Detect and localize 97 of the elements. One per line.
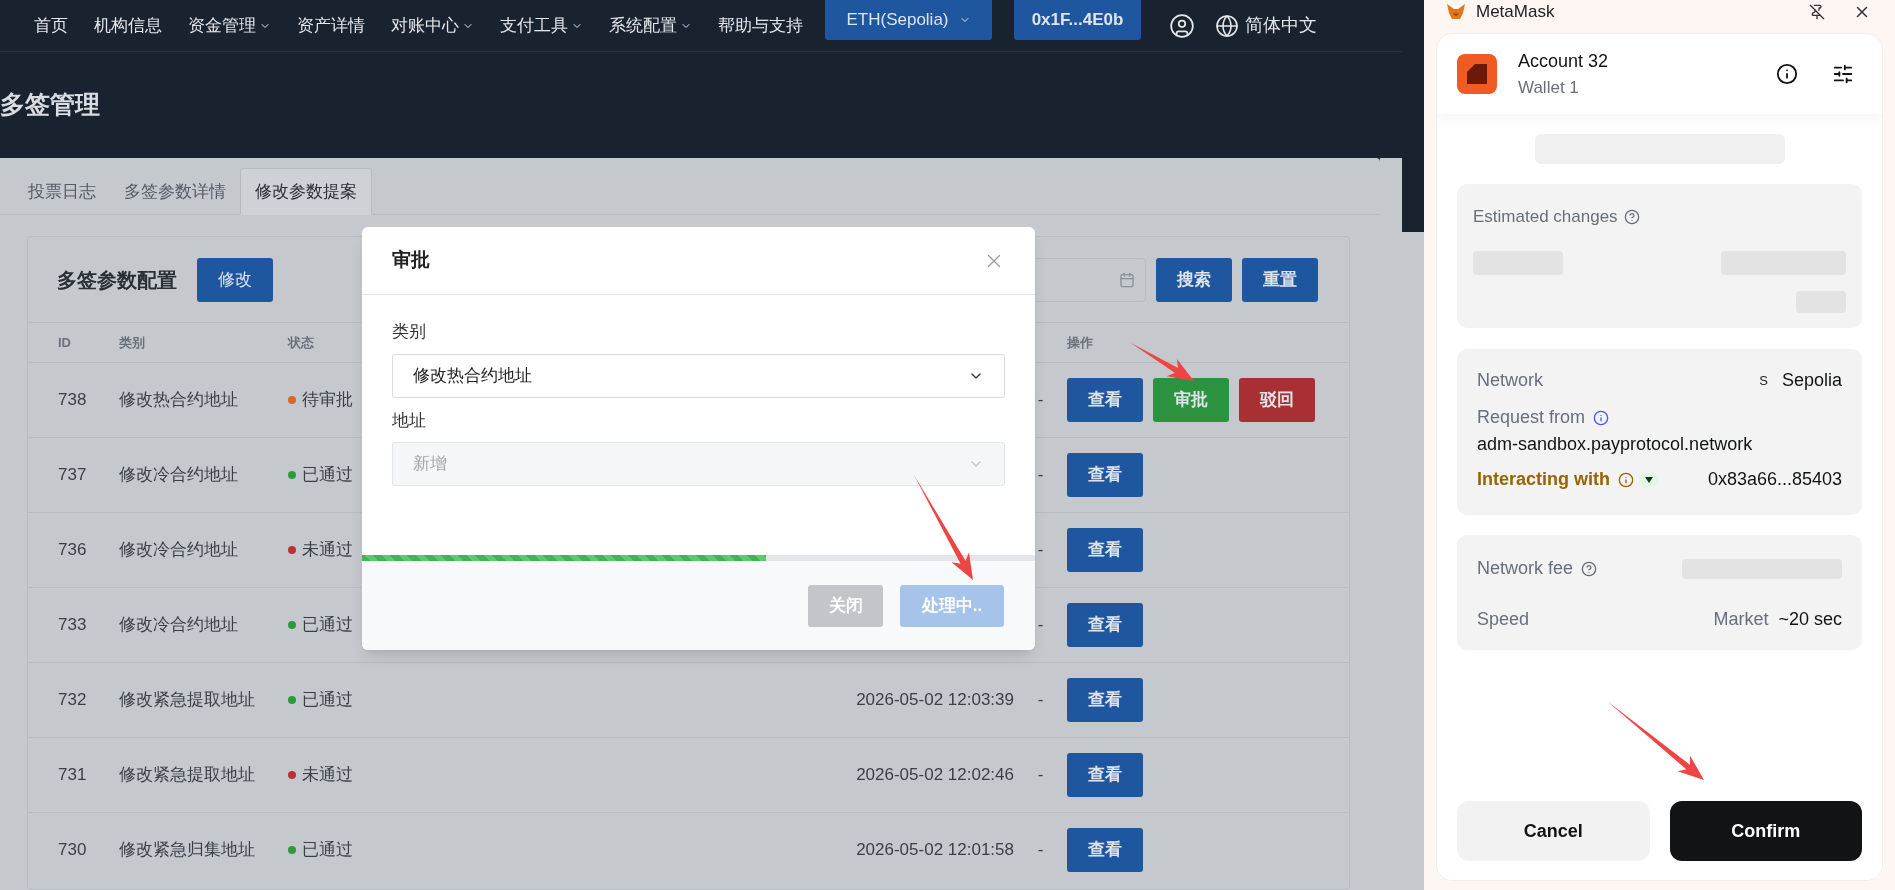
globe-icon: [1215, 13, 1239, 38]
action-button[interactable]: 查看: [1067, 378, 1143, 422]
pin-off-icon[interactable]: [1809, 4, 1825, 20]
account-avatar-icon: [1457, 54, 1497, 94]
action-button[interactable]: 驳回: [1239, 378, 1315, 422]
table-cell-text: -: [1037, 689, 1044, 712]
table-cell: 2026-05-02 12:02:46: [856, 765, 1014, 785]
table-cell-text: 736: [58, 539, 88, 562]
info-icon[interactable]: [1776, 63, 1798, 85]
table-cell-text: -: [1037, 389, 1044, 412]
warning-label: Interacting with: [1477, 468, 1610, 491]
action-button[interactable]: 查看: [1067, 678, 1143, 722]
table-cell-text: -: [1037, 614, 1044, 637]
help-icon: [1623, 208, 1640, 225]
status-text: 未通过: [302, 539, 353, 562]
tab[interactable]: 多签参数详情: [110, 168, 240, 215]
speed-time: ~20 sec: [1778, 608, 1842, 631]
table-cell-text: 修改紧急归集地址: [119, 839, 256, 862]
info-icon: [1618, 471, 1634, 488]
contract-address: 0x83a66...85403: [1707, 468, 1842, 491]
table-cell-text: -: [1037, 539, 1044, 562]
info-icon: [1593, 409, 1610, 426]
user-icon[interactable]: [1169, 12, 1195, 39]
detail-label: Network: [1477, 369, 1543, 392]
annotation-arrow: [1131, 343, 1194, 381]
nav-item[interactable]: 机构信息: [94, 12, 162, 39]
table-cell: 2026-05-02 12:01:58: [856, 840, 1014, 860]
field-label: 类别: [392, 321, 427, 343]
action-button[interactable]: 查看: [1067, 453, 1143, 497]
network-button[interactable]: ETH(Sepolia): [825, 0, 992, 40]
confirm-button[interactable]: Confirm: [1669, 801, 1862, 861]
nav-item[interactable]: 支付工具: [500, 12, 583, 39]
nav-item[interactable]: 帮助与支持: [718, 12, 803, 39]
detail-label: Speed: [1477, 608, 1530, 631]
table-cell-text: 修改紧急提取地址: [119, 689, 256, 712]
language-selector[interactable]: 简体中文: [1245, 12, 1317, 39]
wallet-name: Wallet 1: [1518, 76, 1580, 99]
nav-item[interactable]: 资金管理: [188, 12, 271, 39]
table-cell-text: -: [1037, 464, 1044, 487]
status-text: 已通过: [302, 689, 353, 712]
table-cell-text: 738: [58, 389, 88, 412]
nav-item[interactable]: 对账中心: [391, 12, 474, 39]
column-header: 操作: [1067, 333, 1094, 352]
app-name: MetaMask: [1476, 1, 1555, 24]
nav-item[interactable]: 首页: [34, 12, 68, 39]
card-title: 多签参数配置: [57, 267, 177, 293]
table-cell-text: 修改紧急提取地址: [119, 764, 256, 787]
table-cell-text: 修改热合约地址: [119, 389, 239, 412]
status-text: 未通过: [302, 764, 353, 787]
table-cell-text: -: [1037, 839, 1044, 862]
table-cell-text: 737: [58, 464, 88, 487]
table-cell-text: 732: [58, 689, 88, 712]
address-button[interactable]: 0x1F...4E0b: [1014, 0, 1141, 40]
detail-label: Request from: [1477, 406, 1586, 429]
table-cell-text: 733: [58, 614, 88, 637]
table-cell-text: 修改冷合约地址: [119, 464, 239, 487]
fox-logo-icon: [1446, 4, 1466, 20]
detail-label: Network fee: [1477, 557, 1574, 580]
reset-button[interactable]: 重置: [1242, 257, 1318, 302]
tab[interactable]: 修改参数提案: [240, 168, 372, 215]
action-button[interactable]: 查看: [1067, 828, 1143, 872]
page-title: 多签管理: [0, 89, 100, 121]
search-button[interactable]: 搜索: [1156, 257, 1232, 302]
column-header: 类别: [119, 333, 146, 352]
field-label: 地址: [392, 409, 427, 432]
tab[interactable]: 投票日志: [14, 168, 110, 215]
speed-value: Market: [1713, 608, 1769, 631]
cancel-button[interactable]: Cancel: [1457, 801, 1650, 861]
account-name: Account 32: [1518, 49, 1609, 73]
table-cell-text: 731: [58, 764, 88, 787]
table-cell: 2026-05-02 12:03:39: [856, 690, 1014, 710]
table-cell-text: 修改冷合约地址: [119, 614, 239, 637]
action-button[interactable]: 审批: [1153, 378, 1229, 422]
action-button[interactable]: 查看: [1067, 753, 1143, 797]
edit-button[interactable]: 修改: [197, 257, 273, 302]
status-text: 已通过: [302, 839, 353, 862]
calendar-icon: [1119, 271, 1135, 288]
column-header: 状态: [288, 333, 315, 352]
table-cell-text: 730: [58, 839, 88, 862]
request-origin: adm-sandbox.payprotocol.network: [1477, 433, 1754, 456]
nav-item[interactable]: 资产详情: [297, 12, 365, 39]
dialog-title: 审批: [392, 248, 430, 273]
help-icon: [1581, 560, 1598, 577]
table-cell-text: -: [1037, 764, 1044, 787]
settings-icon[interactable]: [1832, 63, 1854, 85]
section-label: Estimated changes: [1473, 206, 1618, 228]
status-text: 已通过: [302, 464, 353, 487]
action-button[interactable]: 查看: [1067, 528, 1143, 572]
status-text: 待审批: [302, 389, 353, 412]
network-initial: S: [1759, 371, 1768, 390]
nav-item[interactable]: 系统配置: [609, 12, 692, 39]
action-button[interactable]: 查看: [1067, 603, 1143, 647]
status-text: 已通过: [302, 614, 353, 637]
select-field[interactable]: 修改热合约地址: [392, 353, 1005, 398]
column-header: ID: [58, 333, 72, 352]
network-name: Sepolia: [1781, 369, 1842, 392]
table-cell-text: 修改冷合约地址: [119, 539, 239, 562]
